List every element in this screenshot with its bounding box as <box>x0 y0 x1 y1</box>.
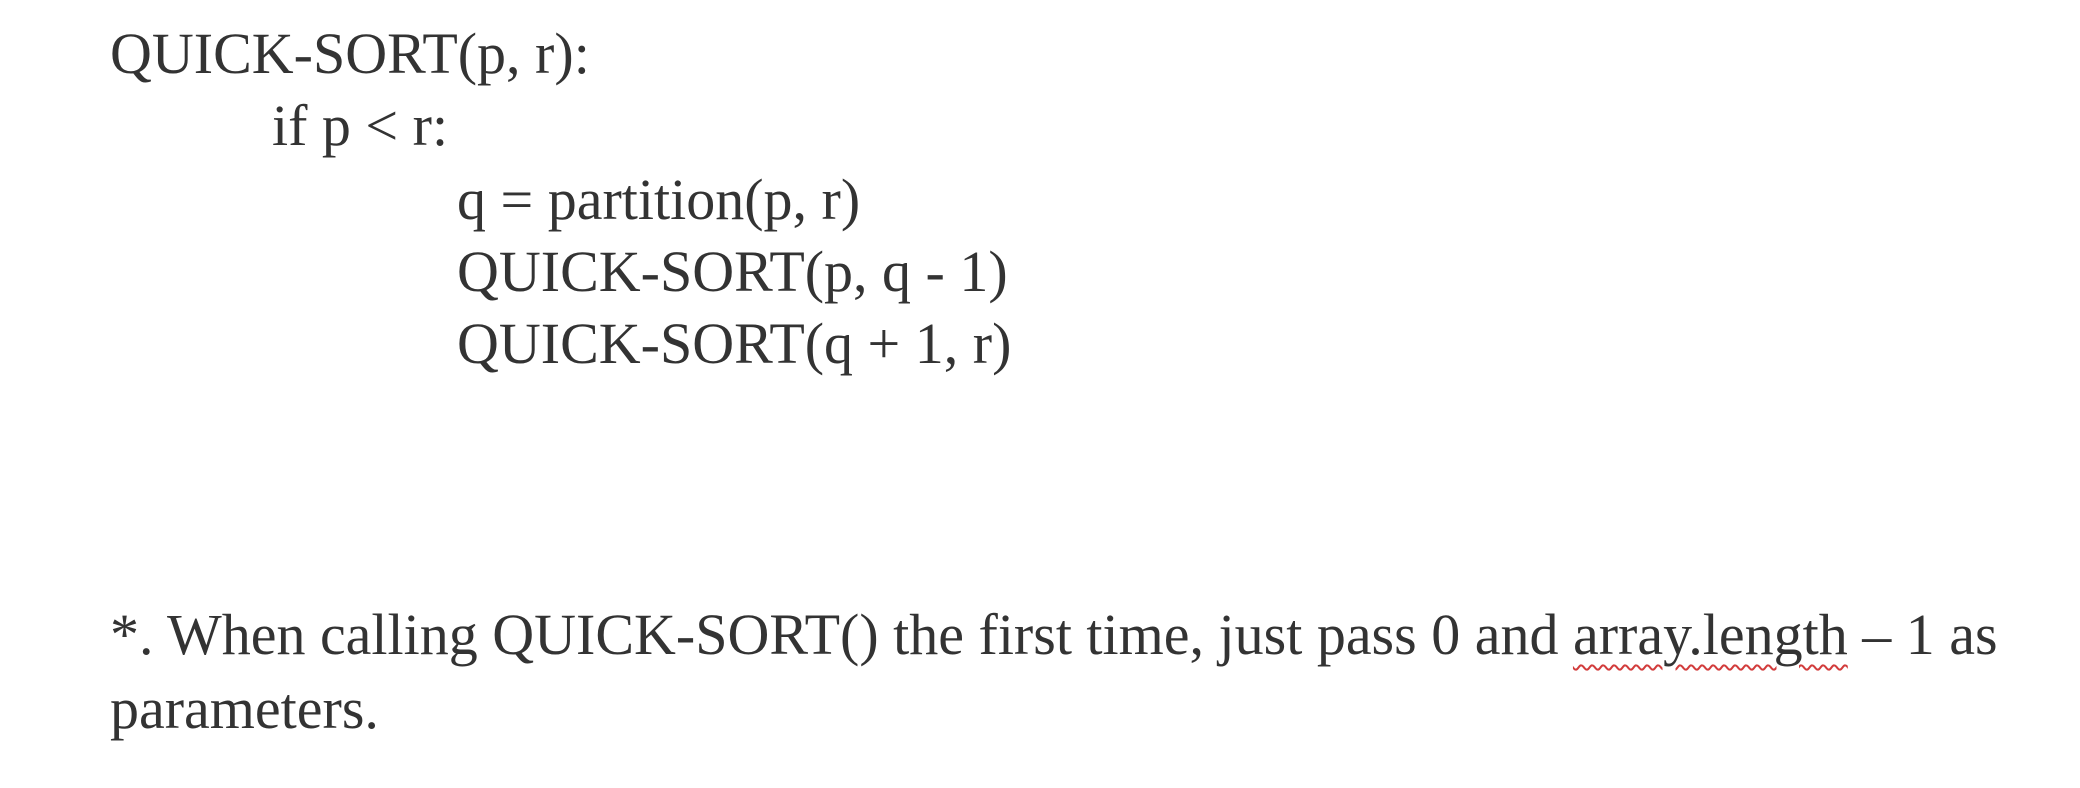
code-line-recursive-right: QUICK-SORT(q + 1, r) <box>457 311 1012 376</box>
footnote-text-after: – 1 as <box>1847 602 1998 667</box>
document-page: QUICK-SORT(p, r): if p < r: q = partitio… <box>0 0 2080 788</box>
footnote-line-2: parameters. <box>110 676 379 741</box>
code-line-recursive-left: QUICK-SORT(p, q - 1) <box>457 239 1008 304</box>
footnote-line-1: *. When calling QUICK-SORT() the first t… <box>110 598 2020 672</box>
footnote-text-before: *. When calling QUICK-SORT() the first t… <box>110 602 1573 667</box>
code-line-function-header: QUICK-SORT(p, r): <box>110 21 590 86</box>
code-line-if-condition: if p < r: <box>272 93 449 158</box>
spellcheck-word[interactable]: array.length <box>1573 602 1848 667</box>
footnote-paragraph: *. When calling QUICK-SORT() the first t… <box>110 598 2020 746</box>
code-line-partition-call: q = partition(p, r) <box>457 167 861 232</box>
